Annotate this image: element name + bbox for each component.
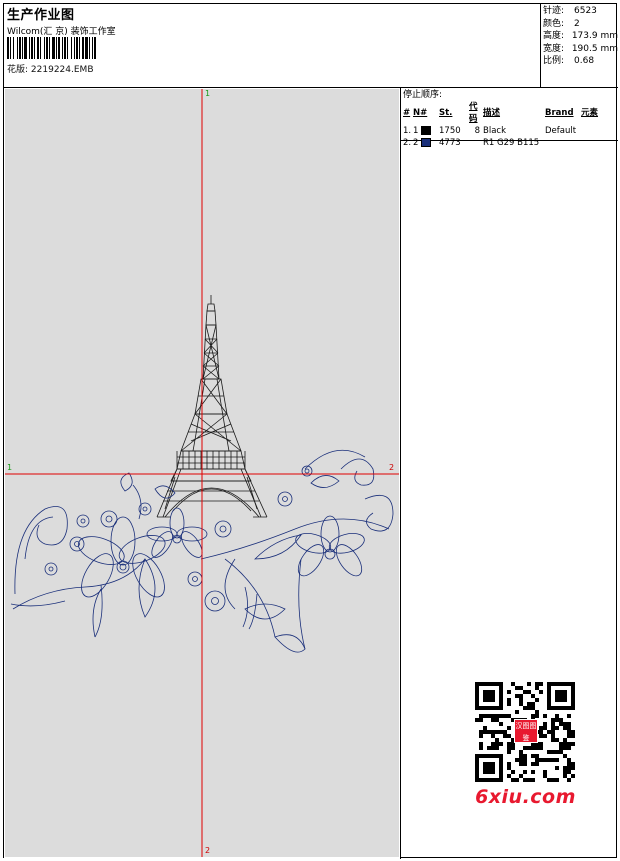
axis-bottom-label: 2 [205, 846, 211, 855]
design-label: 花版: [7, 65, 29, 75]
stat-width: 宽度: 190.5 mm [543, 43, 618, 54]
stamp-logo: 汉图图鉴 [514, 719, 538, 743]
table-row: 1. 1 1750 8 Black Default [403, 126, 577, 136]
stat-scale: 比例: 0.68 [543, 56, 595, 67]
stat-stitches: 针迹: 6523 [543, 6, 597, 16]
color-table-header: # N# St. 代码 描述 Brand 元素 [403, 102, 599, 124]
color-sequence-panel: 停止顺序: # N# St. 代码 描述 Brand 元素 1. 1 1750 … [401, 88, 618, 148]
color-swatch [421, 138, 432, 147]
color-sequence-title: 停止顺序: [403, 90, 443, 100]
axis-left-label: 1 [7, 463, 13, 472]
color-swatch [421, 126, 432, 135]
studio-name: Wilcom(汇 京) 装饰工作室 [7, 27, 116, 37]
stat-height: 高度: 173.9 mm [543, 31, 618, 42]
barcode [7, 37, 145, 59]
table-row: 2. 2 4773 R1 G29 B115 [403, 138, 540, 148]
color-table: # N# St. 代码 描述 Brand 元素 1. 1 1750 8 Blac… [403, 101, 618, 149]
watermark: 汉图图鉴 6xiu.com [467, 679, 584, 812]
watermark-site: 6xiu.com [475, 786, 576, 808]
eiffel-tower-design [156, 295, 268, 518]
design-canvas: 1 2 1 2 [4, 88, 401, 859]
embroidery-preview [5, 89, 399, 857]
header: 生产作业图 Wilcom(汇 京) 装饰工作室 花版: 2219224.EMB [4, 4, 541, 88]
stat-colors: 颜色: 2 [543, 18, 580, 29]
canvas-background: 1 2 1 2 [5, 89, 399, 857]
axis-right-label: 2 [389, 463, 395, 472]
stats-panel: 针迹: 6523 颜色: 2 高度: 173.9 mm 宽度: 190.5 mm 比例:… [541, 4, 618, 88]
page-title: 生产作业图 [7, 8, 75, 23]
axis-top-label: 1 [205, 89, 211, 98]
design-file: 2219224.EMB [30, 65, 94, 75]
design-file-line: 花版: 2219224.EMB [7, 62, 94, 75]
